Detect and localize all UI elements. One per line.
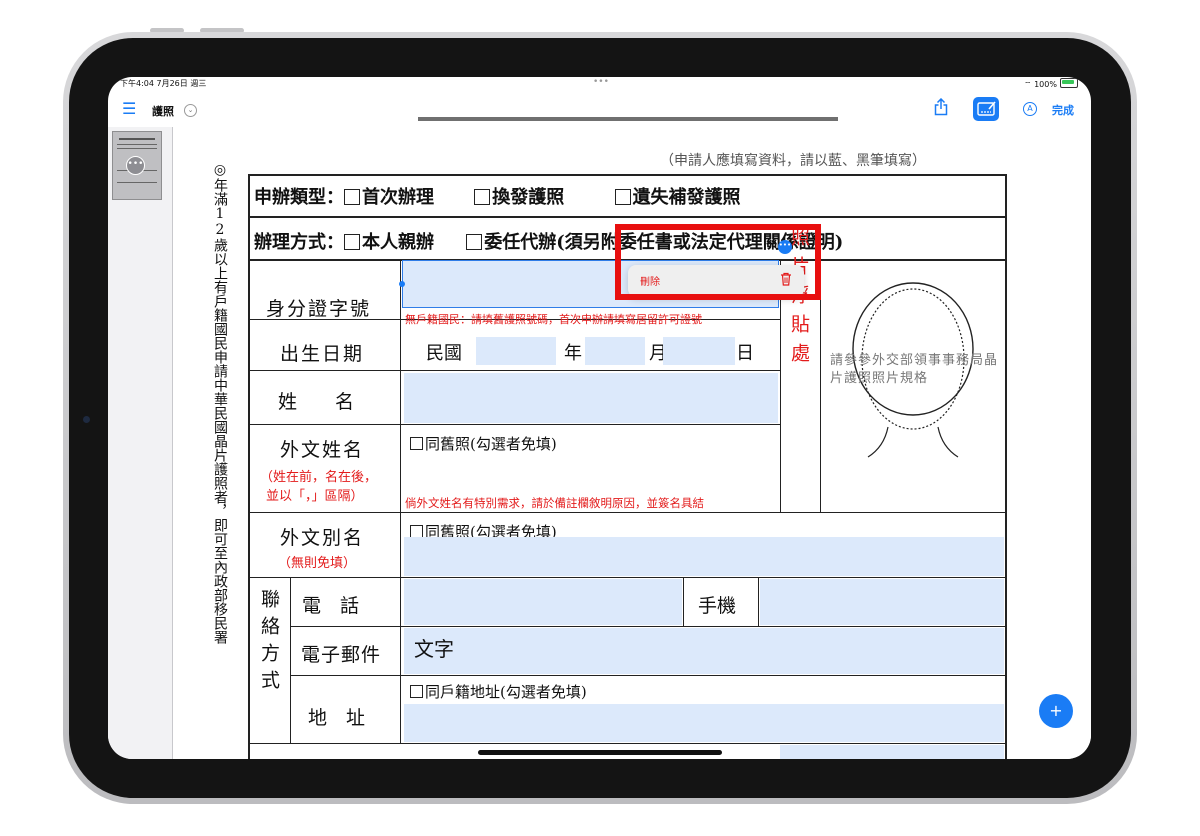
address-field[interactable]: [404, 704, 1004, 742]
share-icon[interactable]: [934, 97, 948, 116]
proxy-checkbox[interactable]: [466, 234, 483, 250]
alias-note: （無則免填）: [278, 556, 357, 571]
battery-percent: 100%: [1034, 80, 1057, 89]
id-number-note: 無戶籍國民：請填舊護照號碼，首次申辦請填寫居留許可證號: [405, 313, 702, 326]
address-same-label: 同戶籍地址(勾選者免填): [425, 683, 587, 701]
first-time-label: 首次辦理: [362, 187, 434, 208]
first-time-checkbox[interactable]: [344, 189, 360, 205]
wifi-icon: ⌔: [1024, 80, 1032, 89]
apply-type-label: 申辦類型：: [254, 187, 344, 208]
dob-year-field[interactable]: [476, 337, 556, 365]
next-row-field[interactable]: [780, 745, 1004, 759]
foreign-name-label: 外文姓名: [280, 439, 365, 461]
status-right: ⌔ 100%: [1024, 78, 1078, 90]
highlight-box: [615, 224, 821, 300]
dob-month-field[interactable]: [585, 337, 645, 365]
phone-field[interactable]: [404, 579, 682, 625]
email-field[interactable]: [404, 628, 1004, 674]
lost-replace-checkbox[interactable]: [614, 189, 631, 205]
grid-line: [248, 174, 1006, 176]
address-same-option: 同戶籍地址(勾選者免填): [410, 681, 587, 702]
foreign-name-note-1: （姓在前，名在後，: [260, 470, 378, 485]
document-title[interactable]: 護照: [152, 103, 174, 119]
done-button[interactable]: 完成: [1052, 102, 1074, 118]
dob-era-label: 民國: [426, 343, 462, 364]
grid-line: [248, 174, 250, 759]
side-note: ◎年滿12歲以上有戶籍國民申請中華民國晶片護照者，即可至內政部移民署: [212, 162, 228, 644]
foreign-name-note-2: 並以「，」區隔）: [266, 489, 364, 504]
dob-day-field[interactable]: [663, 337, 735, 365]
grid-line: [248, 512, 1006, 513]
thumbnail-sidebar: [108, 127, 172, 759]
id-number-label: 身分證字號: [266, 298, 372, 320]
alias-label: 外文別名: [280, 527, 365, 549]
grid-line: [248, 577, 1006, 578]
name-label: 姓 名: [278, 391, 355, 413]
in-person-label: 本人親辦: [362, 232, 434, 253]
grid-line: [248, 743, 1006, 744]
in-person-checkbox[interactable]: [344, 234, 360, 250]
battery-icon: [1059, 78, 1078, 88]
instruction-text: （申請人應填寫資料，請以藍、黑筆填寫）: [660, 153, 926, 169]
grid-line: [290, 675, 1006, 676]
grid-line: [290, 577, 291, 743]
address-label: 地 址: [308, 707, 366, 729]
address-same-checkbox[interactable]: [410, 685, 423, 698]
grid-line: [290, 626, 1006, 627]
contact-label: 聯絡方式: [258, 589, 280, 697]
camera: [83, 416, 90, 423]
renew-checkbox[interactable]: [474, 189, 491, 205]
markup-icon[interactable]: [973, 97, 999, 121]
pen-circle-icon[interactable]: A: [1023, 102, 1037, 116]
apply-type-row: 申辦類型： 首次辦理 換發護照 遺失補發護照: [254, 183, 741, 209]
foreign-name-same-label: 同舊照(勾選者免填): [425, 435, 557, 453]
selection-handle[interactable]: [399, 281, 405, 287]
renew-label: 換發護照: [492, 187, 565, 208]
foreign-name-same-option: 同舊照(勾選者免填): [410, 433, 557, 454]
mobile-label: 手機: [698, 595, 737, 617]
grid-line: [248, 424, 780, 425]
screen: 下午4:04 7月26日 週三 ••• ⌔ 100% ☰ 護照 ⌄ A 完成 •…: [108, 77, 1091, 759]
thumbnail-more-icon[interactable]: •••: [126, 156, 145, 175]
foreign-name-same-checkbox[interactable]: [410, 437, 423, 450]
apply-method-label: 辦理方式：: [254, 232, 344, 253]
multitask-dots: •••: [593, 77, 609, 87]
grid-line: [248, 216, 1006, 218]
photo-ref-text: 請參參外交部領事事務局晶片護照照片規格: [830, 353, 999, 386]
lost-replace-label: 遺失補發護照: [632, 187, 741, 208]
grid-line: [683, 577, 684, 626]
alias-field[interactable]: [404, 537, 1004, 576]
email-value[interactable]: 文字: [414, 633, 454, 662]
dob-year-label: 年: [564, 343, 582, 364]
grid-line: [400, 259, 401, 743]
grid-line: [758, 577, 759, 626]
foreign-name-footnote: 倘外文姓名有特別需求，請於備註欄敘明原因，並簽名具結: [405, 496, 704, 510]
dob-day-label: 日: [736, 343, 754, 364]
grid-line: [1005, 174, 1007, 759]
dob-label: 出生日期: [280, 343, 365, 365]
page-heading-fragment: [418, 117, 838, 131]
title-chevron-down-icon[interactable]: ⌄: [184, 104, 197, 117]
mobile-field[interactable]: [760, 579, 1004, 625]
name-field[interactable]: [404, 373, 778, 423]
status-time-date: 下午4:04 7月26日 週三: [120, 79, 207, 88]
grid-line: [248, 370, 780, 371]
email-label: 電子郵件: [301, 644, 382, 666]
phone-label: 電 話: [302, 595, 360, 617]
add-button[interactable]: +: [1039, 694, 1073, 728]
home-indicator: [478, 750, 722, 755]
sidebar-list-icon[interactable]: ☰: [122, 99, 136, 118]
